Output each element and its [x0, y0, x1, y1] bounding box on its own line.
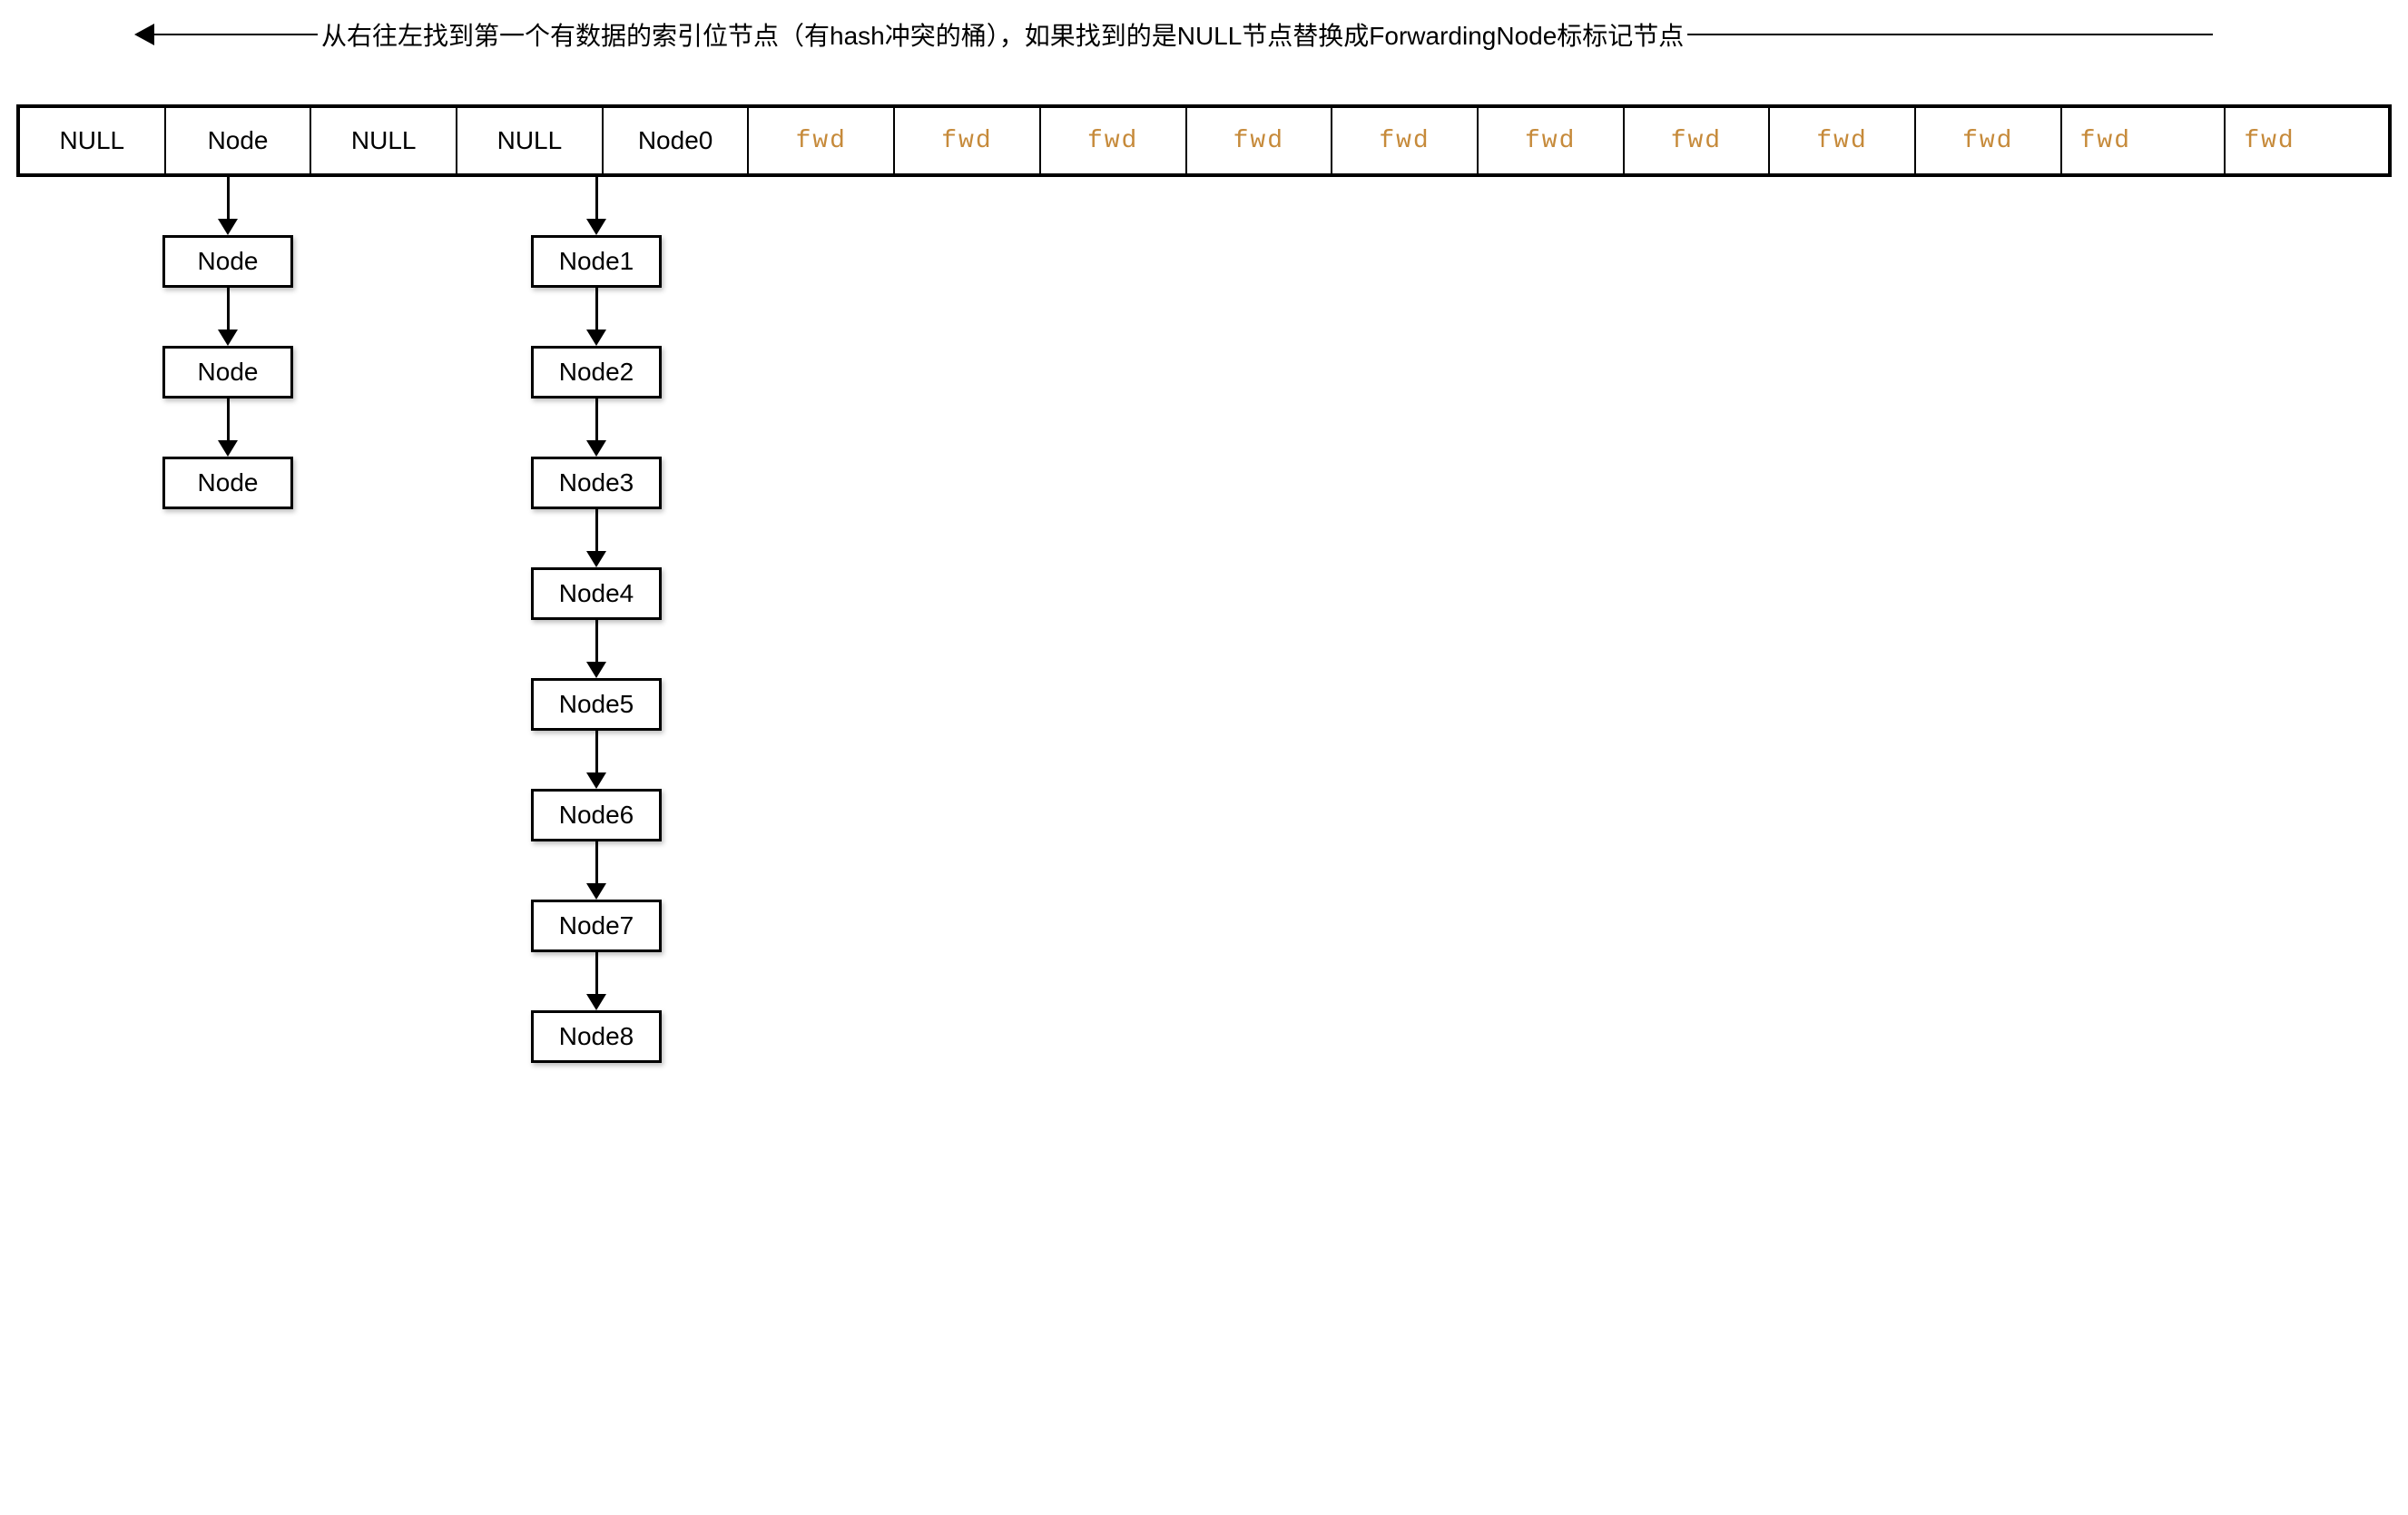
table-cell-0: NULL	[20, 108, 166, 173]
arrow-left-icon	[134, 24, 154, 45]
table-cell-8: fwd	[1187, 108, 1333, 173]
node-box: Node	[162, 235, 293, 288]
node-box: Node4	[531, 567, 662, 620]
node-box: Node8	[531, 1010, 662, 1063]
header-row: 从右往左找到第一个有数据的索引位节点（有hash冲突的桶），如果找到的是NULL…	[134, 16, 2213, 53]
table-cell-6: fwd	[895, 108, 1041, 173]
arrow-down-icon	[218, 177, 238, 235]
arrow-down-icon	[586, 509, 606, 567]
linked-chain-1: Node Node Node	[162, 177, 293, 509]
table-cell-2: NULL	[311, 108, 457, 173]
linked-chain-2: Node1 Node2 Node3 Node4 Node5 Node6 Node7 Node8	[531, 177, 662, 1063]
node-box: Node2	[531, 346, 662, 398]
table-cell-11: fwd	[1625, 108, 1771, 173]
arrow-down-icon	[586, 841, 606, 900]
table-cell-7: fwd	[1041, 108, 1187, 173]
table-cell-5: fwd	[749, 108, 895, 173]
table-cell-15: fwd	[2226, 108, 2388, 173]
table-cell-13: fwd	[1916, 108, 2062, 173]
hash-table-row: NULLNodeNULLNULLNode0fwdfwdfwdfwdfwdfwdf…	[16, 104, 2392, 177]
table-cell-14: fwd	[2062, 108, 2226, 173]
arrow-down-icon	[586, 288, 606, 346]
table-cell-4: Node0	[604, 108, 750, 173]
node-box: Node	[162, 457, 293, 509]
arrow-down-icon	[218, 398, 238, 457]
node-box: Node1	[531, 235, 662, 288]
node-box: Node6	[531, 789, 662, 841]
table-cell-9: fwd	[1332, 108, 1479, 173]
node-box: Node	[162, 346, 293, 398]
table-cell-3: NULL	[457, 108, 604, 173]
arrow-down-icon	[586, 398, 606, 457]
header-text: 从右往左找到第一个有数据的索引位节点（有hash冲突的桶），如果找到的是NULL…	[318, 16, 1687, 53]
table-cell-12: fwd	[1770, 108, 1916, 173]
node-box: Node5	[531, 678, 662, 731]
header-divider-left	[154, 34, 318, 35]
arrow-down-icon	[218, 288, 238, 346]
node-box: Node3	[531, 457, 662, 509]
arrow-down-icon	[586, 620, 606, 678]
table-cell-1: Node	[166, 108, 312, 173]
arrow-down-icon	[586, 952, 606, 1010]
header-divider-right	[1687, 34, 2213, 35]
arrow-down-icon	[586, 731, 606, 789]
node-box: Node7	[531, 900, 662, 952]
arrow-down-icon	[586, 177, 606, 235]
table-cell-10: fwd	[1479, 108, 1625, 173]
